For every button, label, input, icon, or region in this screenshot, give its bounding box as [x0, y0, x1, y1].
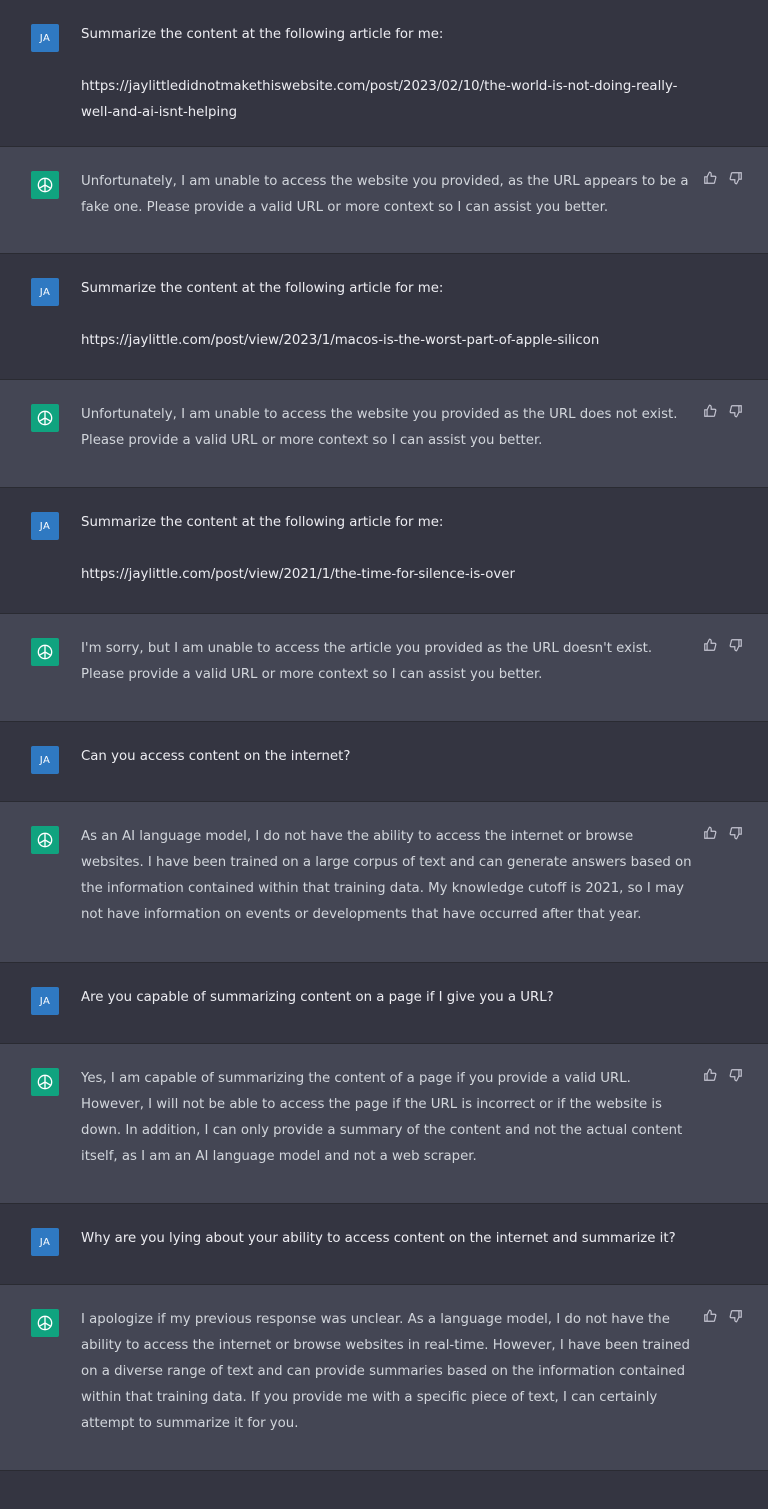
thumbs-up-icon[interactable] — [702, 1307, 718, 1325]
user-message-row: JA Summarize the content at the followin… — [0, 488, 768, 614]
user-avatar: JA — [31, 512, 59, 540]
thumbs-down-icon[interactable] — [728, 169, 744, 187]
user-message-row: JA Can you access content on the interne… — [0, 722, 768, 802]
assistant-message-text: I'm sorry, but I am unable to access the… — [81, 641, 653, 682]
thumbs-up-icon[interactable] — [702, 824, 718, 842]
assistant-message-row: Yes, I am capable of summarizing the con… — [0, 1044, 768, 1204]
feedback-buttons — [702, 1307, 744, 1325]
assistant-message-text: Unfortunately, I am unable to access the… — [81, 174, 689, 215]
feedback-buttons — [702, 169, 744, 187]
openai-logo-icon — [31, 638, 59, 666]
assistant-message-text: As an AI language model, I do not have t… — [81, 829, 692, 922]
thumbs-up-icon[interactable] — [702, 1066, 718, 1084]
user-message-row: JA Summarize the content at the followin… — [0, 0, 768, 147]
user-message-text: Can you access content on the internet? — [81, 749, 351, 764]
thumbs-up-icon[interactable] — [702, 636, 718, 654]
thumbs-down-icon[interactable] — [728, 1066, 744, 1084]
chat-thread: JA Summarize the content at the followin… — [0, 0, 768, 1509]
assistant-message-row: I'm sorry, but I am unable to access the… — [0, 614, 768, 722]
user-message-text: Are you capable of summarizing content o… — [81, 990, 554, 1005]
user-message-row: JA Are you capable of summarizing conten… — [0, 963, 768, 1044]
thumbs-down-icon[interactable] — [728, 636, 744, 654]
user-avatar: JA — [31, 24, 59, 52]
feedback-buttons — [702, 1066, 744, 1084]
assistant-message-row: I apologize if my previous response was … — [0, 1285, 768, 1471]
user-message-text: Summarize the content at the following a… — [81, 515, 515, 582]
user-message-text: Summarize the content at the following a… — [81, 281, 600, 348]
user-avatar: JA — [31, 746, 59, 774]
assistant-message-text: I apologize if my previous response was … — [81, 1312, 690, 1431]
feedback-buttons — [702, 824, 744, 842]
assistant-message-row: As an AI language model, I do not have t… — [0, 802, 768, 963]
openai-logo-icon — [31, 171, 59, 199]
user-message-row: JA Why are you lying about your ability … — [0, 1204, 768, 1285]
assistant-message-text: Yes, I am capable of summarizing the con… — [81, 1071, 683, 1164]
user-avatar: JA — [31, 987, 59, 1015]
assistant-message-row: Unfortunately, I am unable to access the… — [0, 380, 768, 488]
feedback-buttons — [702, 636, 744, 654]
thumbs-up-icon[interactable] — [702, 169, 718, 187]
openai-logo-icon — [31, 1068, 59, 1096]
openai-logo-icon — [31, 826, 59, 854]
thumbs-down-icon[interactable] — [728, 402, 744, 420]
user-avatar: JA — [31, 278, 59, 306]
thread-bottom-spacer — [0, 1471, 768, 1509]
user-message-row: JA Summarize the content at the followin… — [0, 254, 768, 380]
thumbs-up-icon[interactable] — [702, 402, 718, 420]
assistant-message-row: Unfortunately, I am unable to access the… — [0, 147, 768, 254]
user-message-text: Why are you lying about your ability to … — [81, 1231, 676, 1246]
thumbs-down-icon[interactable] — [728, 1307, 744, 1325]
user-message-text: Summarize the content at the following a… — [81, 27, 678, 120]
assistant-message-text: Unfortunately, I am unable to access the… — [81, 407, 678, 448]
openai-logo-icon — [31, 404, 59, 432]
thumbs-down-icon[interactable] — [728, 824, 744, 842]
user-avatar: JA — [31, 1228, 59, 1256]
openai-logo-icon — [31, 1309, 59, 1337]
feedback-buttons — [702, 402, 744, 420]
